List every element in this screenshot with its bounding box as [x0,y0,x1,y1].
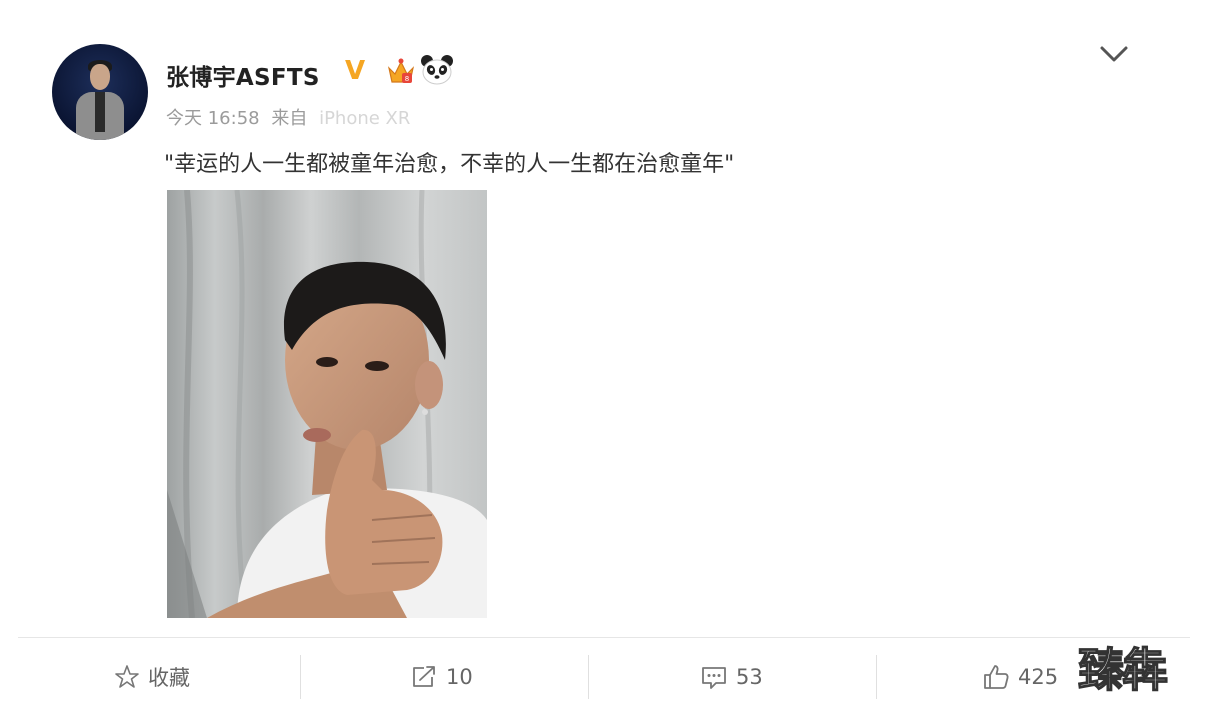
username[interactable]: 张博宇ASFTS [166,58,320,92]
star-outline-icon [115,665,139,688]
post-meta: 今天 16:58 来自 iPhone XR [166,104,410,130]
comment-button[interactable]: 53 [700,660,763,694]
watermark: 臻犇 [1077,642,1168,697]
favorite-button[interactable]: 收藏 [114,660,190,694]
avatar[interactable] [52,44,148,140]
action-bar-divider [18,637,1190,638]
avatar-face [90,64,110,90]
post-source[interactable]: iPhone XR [319,108,410,129]
source-prefix: 来自 [271,108,308,129]
thumbs-up-icon [984,665,1009,689]
post-photo[interactable] [167,190,487,618]
comment-icon [702,667,726,689]
like-count: 425 [1018,665,1059,689]
repost-icon [413,666,435,687]
post-time[interactable]: 今天 16:58 [166,108,260,129]
post-text: "幸运的人一生都被童年治愈，不幸的人一生都在治愈童年" [164,152,735,177]
comment-count: 53 [736,665,763,689]
action-separator [588,655,589,699]
repost-button[interactable]: 10 [410,660,473,694]
chevron-down-icon[interactable] [1098,40,1130,68]
panda-badge-icon [421,55,453,85]
crown-badge-icon: 8 [387,58,415,83]
action-separator [876,655,877,699]
avatar-shirt [95,92,105,132]
svg-text:8: 8 [405,75,409,83]
verified-badge: V [345,56,366,86]
like-button[interactable]: 425 [982,660,1058,694]
favorite-label: 收藏 [148,666,190,690]
repost-count: 10 [446,665,473,689]
action-separator [300,655,301,699]
